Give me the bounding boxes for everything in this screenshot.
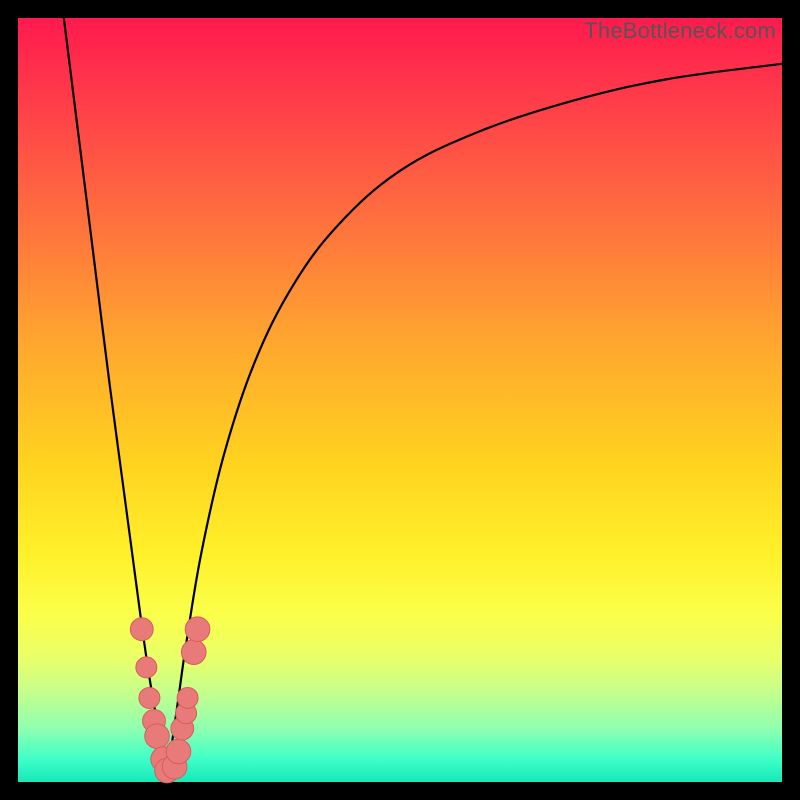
data-marker: [185, 617, 210, 642]
data-markers: [130, 617, 210, 783]
plot-area: TheBottleneck.com: [18, 18, 782, 782]
chart-frame: TheBottleneck.com: [0, 0, 800, 800]
data-marker: [181, 640, 206, 665]
chart-svg: [18, 18, 782, 782]
bottleneck-curve-right: [167, 64, 782, 782]
data-marker: [145, 724, 170, 749]
data-marker: [130, 618, 153, 641]
data-marker: [177, 687, 198, 708]
data-marker: [139, 687, 160, 708]
data-marker: [136, 657, 157, 678]
data-marker: [166, 739, 191, 764]
